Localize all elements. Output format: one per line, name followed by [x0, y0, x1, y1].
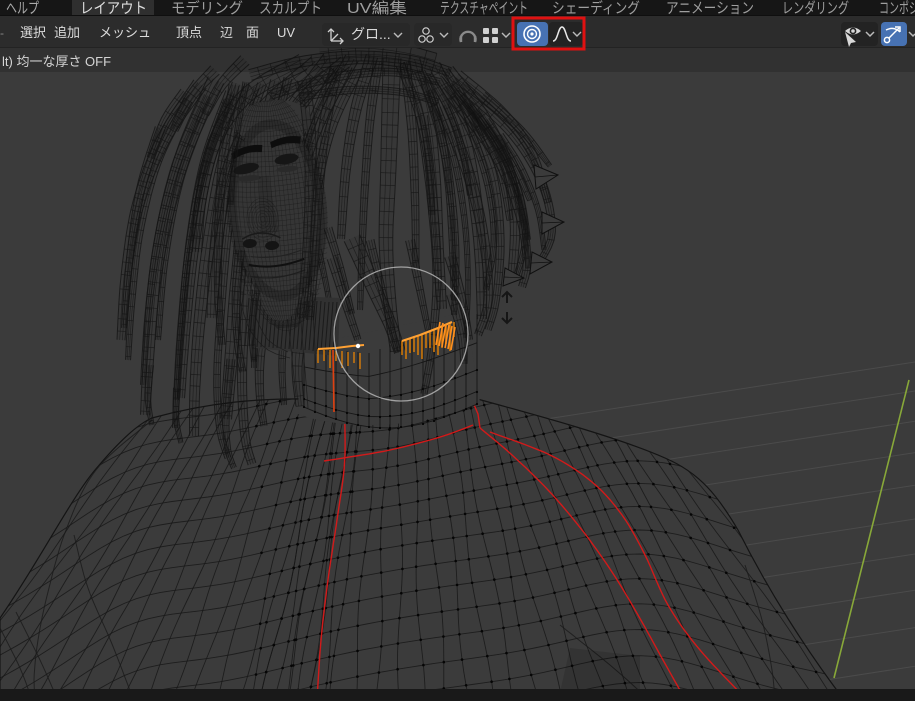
svg-text:辺: 辺: [220, 25, 233, 40]
svg-text:スカルプト: スカルプト: [259, 0, 322, 17]
svg-text:モデリング: モデリング: [171, 0, 243, 17]
svg-text:lt) 均一な厚さ OFF: lt) 均一な厚さ OFF: [2, 54, 111, 69]
svg-text:UV編集: UV編集: [347, 0, 407, 17]
svg-text:UV: UV: [277, 25, 295, 40]
svg-text:テクスチャペイント: テクスチャペイント: [440, 0, 528, 17]
svg-text:追加: 追加: [54, 25, 80, 40]
svg-text:レイアウト: レイアウト: [80, 0, 147, 17]
svg-text:面: 面: [246, 25, 259, 40]
svg-text:頂点: 頂点: [176, 25, 202, 40]
svg-text:グロ...: グロ...: [351, 26, 391, 42]
svg-text:アニメーション: アニメーション: [666, 0, 754, 17]
svg-text:コンポジッ: コンポジッ: [879, 0, 915, 17]
svg-text:選択: 選択: [20, 25, 46, 40]
svg-text:メッシュ: メッシュ: [99, 25, 151, 40]
svg-text:ヘルプ: ヘルプ: [6, 0, 39, 17]
svg-text:レンダリング: レンダリング: [782, 0, 849, 17]
svg-text:シェーディング: シェーディング: [552, 0, 640, 17]
svg-text:-: -: [0, 26, 4, 40]
